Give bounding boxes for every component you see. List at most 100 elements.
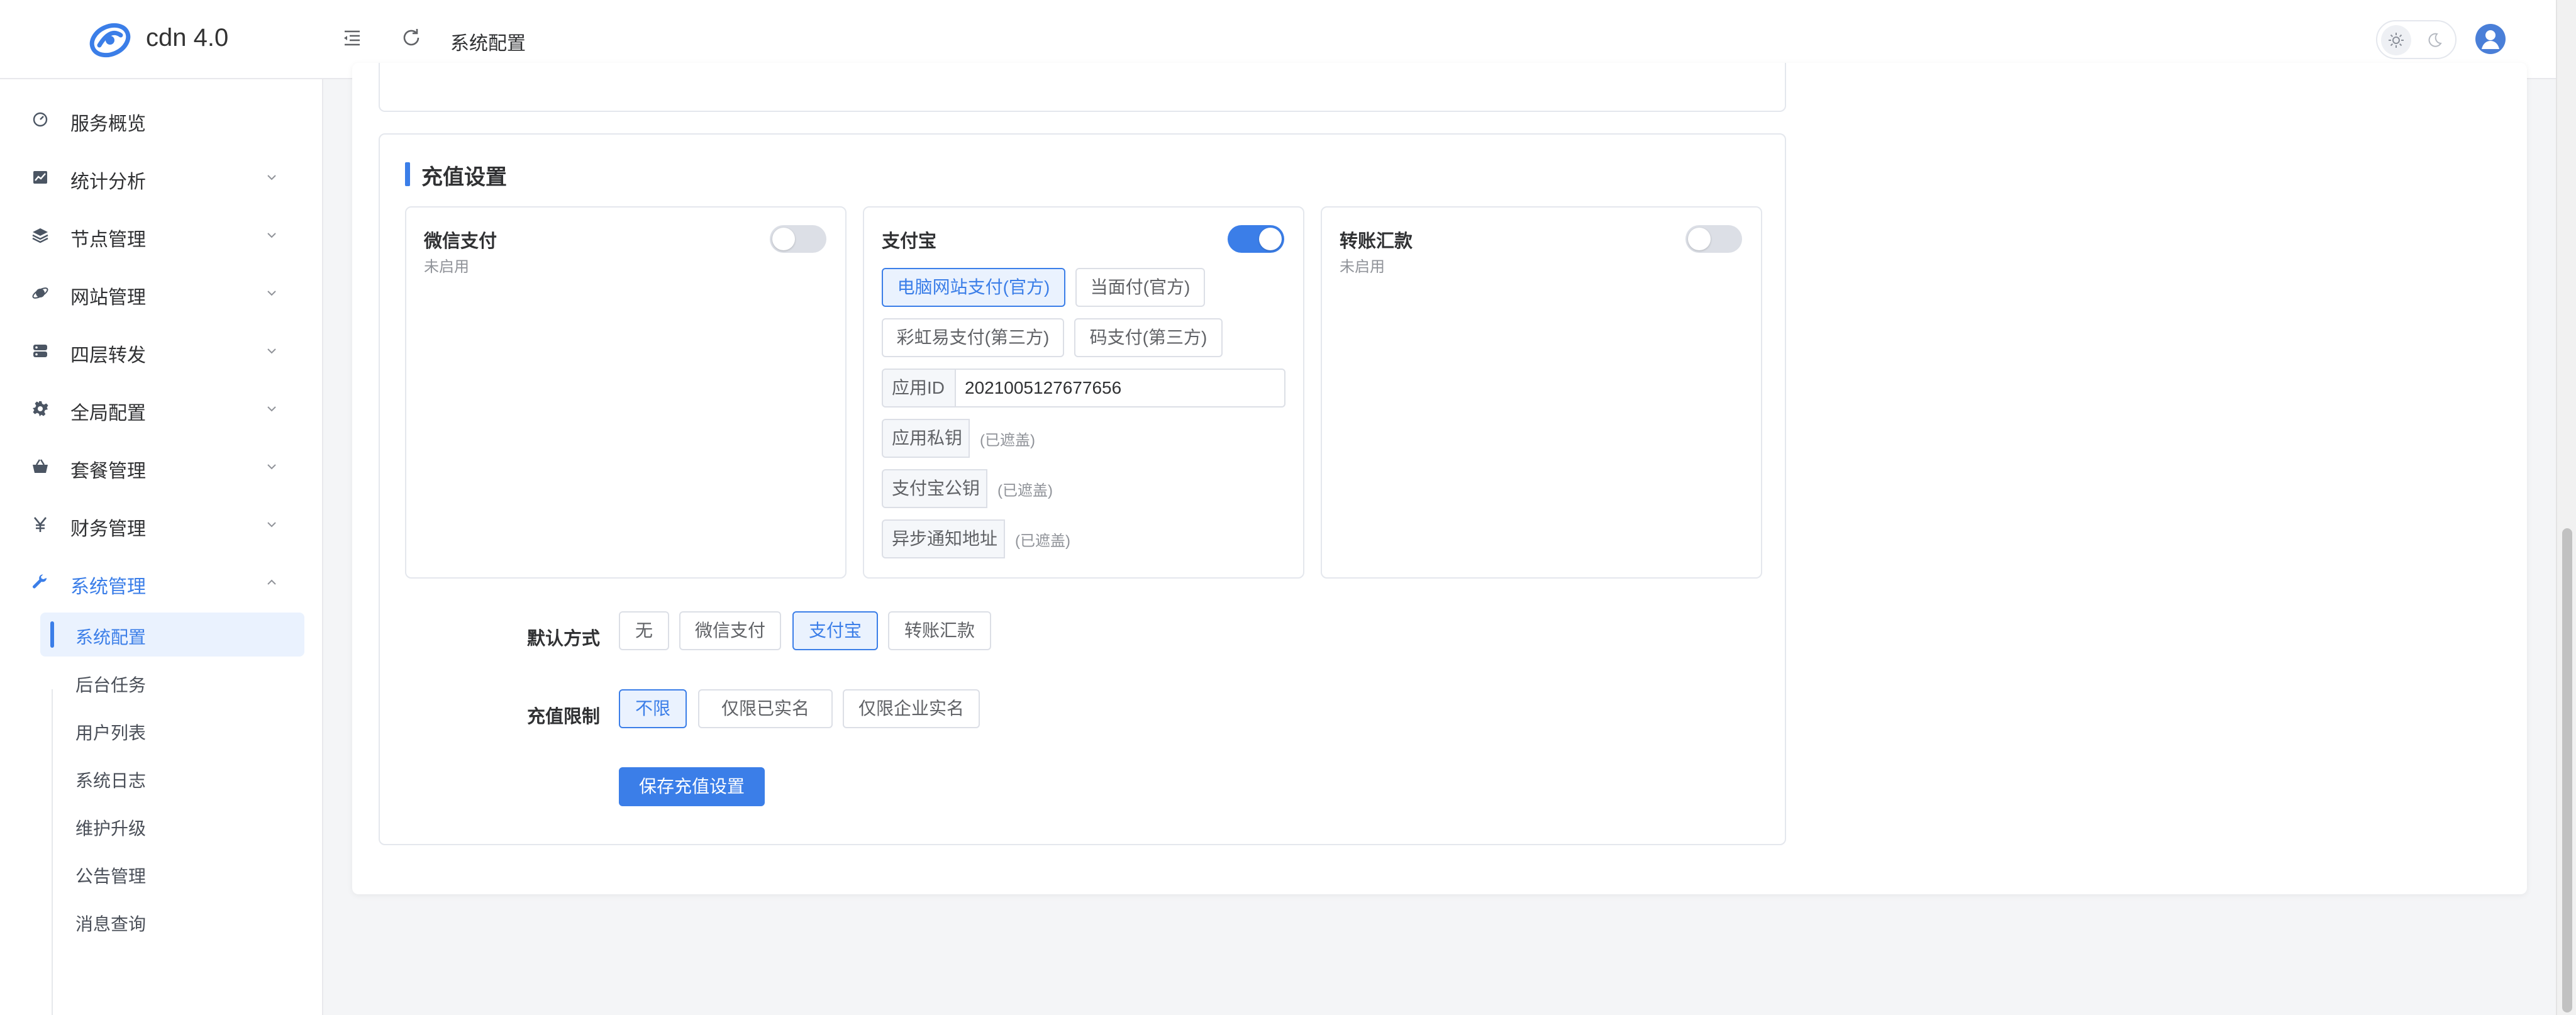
layers-icon xyxy=(32,228,48,243)
sun-icon xyxy=(2389,33,2404,48)
limit-unlimited[interactable]: 不限 xyxy=(619,689,687,728)
chevron-down-icon xyxy=(267,406,276,412)
previous-settings-panel xyxy=(379,63,1786,112)
yen-icon xyxy=(33,517,47,532)
menu-collapse-icon[interactable] xyxy=(340,25,365,50)
sidebar-item-label: 全局配置 xyxy=(70,403,146,424)
wechat-pay-toggle[interactable] xyxy=(770,225,826,253)
logo-icon xyxy=(89,23,131,58)
sidebar-item-label: 节点管理 xyxy=(70,230,146,250)
sidebar: 服务概览 统计分析 节点管理 网站管理 四层转发 全局配置 套餐管理 财务管理 … xyxy=(0,79,323,1015)
sidebar-item-label: 统计分析 xyxy=(70,172,146,192)
sidebar-item-label: 系统管理 xyxy=(70,577,146,597)
sidebar-subitem-announcements[interactable]: 公告管理 xyxy=(40,851,304,896)
sidebar-item-overview[interactable]: 服务概览 xyxy=(0,94,323,145)
sidebar-subitem-system-config[interactable]: 系统配置 xyxy=(40,613,304,657)
basket-icon xyxy=(33,459,48,473)
bank-transfer-toggle[interactable] xyxy=(1685,225,1742,253)
alipay-card: 支付宝 电脑网站支付(官方) 当面付(官方) 彩虹易支付(第三方) 码支付(第三… xyxy=(863,206,1304,579)
sidebar-item-global-config[interactable]: 全局配置 xyxy=(0,384,323,434)
sidebar-subitem-maintenance[interactable]: 维护升级 xyxy=(40,804,304,848)
payment-status: 未启用 xyxy=(424,258,469,275)
chevron-down-icon xyxy=(267,464,276,470)
light-mode-button[interactable] xyxy=(2381,25,2411,55)
sidebar-item-packages[interactable]: 套餐管理 xyxy=(0,441,323,492)
payment-name: 微信支付 xyxy=(424,231,497,252)
sidebar-subitem-label: 用户列表 xyxy=(75,723,147,743)
default-method-alipay[interactable]: 支付宝 xyxy=(792,611,878,650)
sidebar-subitem-system-log[interactable]: 系统日志 xyxy=(40,756,304,800)
chevron-down-icon xyxy=(267,175,276,180)
sidebar-subitem-background-tasks[interactable]: 后台任务 xyxy=(40,660,304,704)
masked-note[interactable]: (已遮盖) xyxy=(980,428,1035,450)
sidebar-item-finance[interactable]: 财务管理 xyxy=(0,499,323,550)
sidebar-subitem-label: 系统配置 xyxy=(75,628,147,647)
planet-icon xyxy=(32,287,48,299)
brand-name: cdn 4.0 xyxy=(146,24,229,52)
moon-icon xyxy=(2428,33,2442,47)
sidebar-subitem-label: 消息查询 xyxy=(75,914,147,934)
payment-name: 转账汇款 xyxy=(1340,231,1413,252)
breadcrumb[interactable]: 系统配置 xyxy=(450,28,526,55)
payment-status: 未启用 xyxy=(1340,258,1385,275)
chart-icon xyxy=(33,171,47,184)
scrollbar-thumb[interactable] xyxy=(2562,528,2572,1012)
sidebar-item-label: 网站管理 xyxy=(70,287,146,308)
wechat-pay-card: 微信支付 未启用 xyxy=(405,206,847,579)
alipay-option-pc-web[interactable]: 电脑网站支付(官方) xyxy=(882,268,1065,307)
scrollbar[interactable] xyxy=(2556,0,2576,1015)
default-method-wechat[interactable]: 微信支付 xyxy=(679,611,781,650)
gear-icon xyxy=(33,401,48,416)
theme-toggle[interactable] xyxy=(2376,20,2457,59)
refresh-icon[interactable] xyxy=(399,25,424,50)
section-accent-bar xyxy=(405,162,410,186)
field-label: 支付宝公钥 xyxy=(882,469,987,508)
wrench-icon xyxy=(33,574,47,589)
notify-url-field: 异步通知地址 (已遮盖) xyxy=(882,519,1284,558)
sidebar-item-label: 财务管理 xyxy=(70,519,146,540)
sidebar-item-system[interactable]: 系统管理 xyxy=(0,557,323,607)
recharge-limit-label: 充值限制 xyxy=(526,707,600,727)
sidebar-subitem-user-list[interactable]: 用户列表 xyxy=(40,708,304,752)
sidebar-item-label: 套餐管理 xyxy=(70,461,146,482)
alipay-toggle[interactable] xyxy=(1228,225,1284,253)
sidebar-item-label: 服务概览 xyxy=(70,114,146,135)
dark-mode-button[interactable] xyxy=(2419,25,2449,55)
sidebar-item-l4-forward[interactable]: 四层转发 xyxy=(0,326,323,376)
sidebar-subitem-messages[interactable]: 消息查询 xyxy=(40,899,304,943)
bank-transfer-card: 转账汇款 未启用 xyxy=(1321,206,1762,579)
alipay-public-key-field: 支付宝公钥 (已遮盖) xyxy=(882,469,1284,508)
sidebar-item-statistics[interactable]: 统计分析 xyxy=(0,152,323,202)
recharge-settings-panel: 充值设置 微信支付 未启用 支付宝 电脑网站支付(官方) 当面付(官方) 彩虹易… xyxy=(379,133,1786,845)
masked-note[interactable]: (已遮盖) xyxy=(997,478,1053,500)
sidebar-item-label: 四层转发 xyxy=(70,345,146,366)
save-recharge-settings-button[interactable]: 保存充值设置 xyxy=(619,767,765,806)
sidebar-subitem-label: 后台任务 xyxy=(75,675,147,695)
app-id-field: 应用ID 2021005127677656 xyxy=(882,369,1285,408)
sidebar-subitem-label: 维护升级 xyxy=(75,819,147,838)
limit-enterprise-only[interactable]: 仅限企业实名 xyxy=(843,689,980,728)
sidebar-item-websites[interactable]: 网站管理 xyxy=(0,268,323,318)
chevron-down-icon xyxy=(267,522,276,528)
sidebar-subitem-label: 系统日志 xyxy=(75,771,147,790)
chevron-up-icon xyxy=(267,579,276,585)
chevron-down-icon xyxy=(267,348,276,354)
limit-verified-only[interactable]: 仅限已实名 xyxy=(698,689,833,728)
chevron-down-icon xyxy=(267,291,276,296)
sidebar-item-nodes[interactable]: 节点管理 xyxy=(0,210,323,260)
section-title: 充值设置 xyxy=(421,165,507,189)
alipay-option-codepay[interactable]: 码支付(第三方) xyxy=(1074,318,1223,357)
payment-name: 支付宝 xyxy=(882,231,937,252)
user-icon xyxy=(2482,30,2499,49)
default-method-none[interactable]: 无 xyxy=(619,611,669,650)
avatar[interactable] xyxy=(2475,24,2506,54)
alipay-option-f2f[interactable]: 当面付(官方) xyxy=(1075,268,1205,307)
sidebar-subitem-label: 公告管理 xyxy=(75,867,147,886)
app-id-input[interactable]: 2021005127677656 xyxy=(956,369,1285,408)
server-icon xyxy=(33,345,47,357)
dashboard-icon xyxy=(33,112,48,127)
alipay-option-rainbow[interactable]: 彩虹易支付(第三方) xyxy=(882,318,1064,357)
default-method-transfer[interactable]: 转账汇款 xyxy=(888,611,991,650)
field-label: 应用私钥 xyxy=(882,419,970,458)
masked-note[interactable]: (已遮盖) xyxy=(1015,528,1070,550)
